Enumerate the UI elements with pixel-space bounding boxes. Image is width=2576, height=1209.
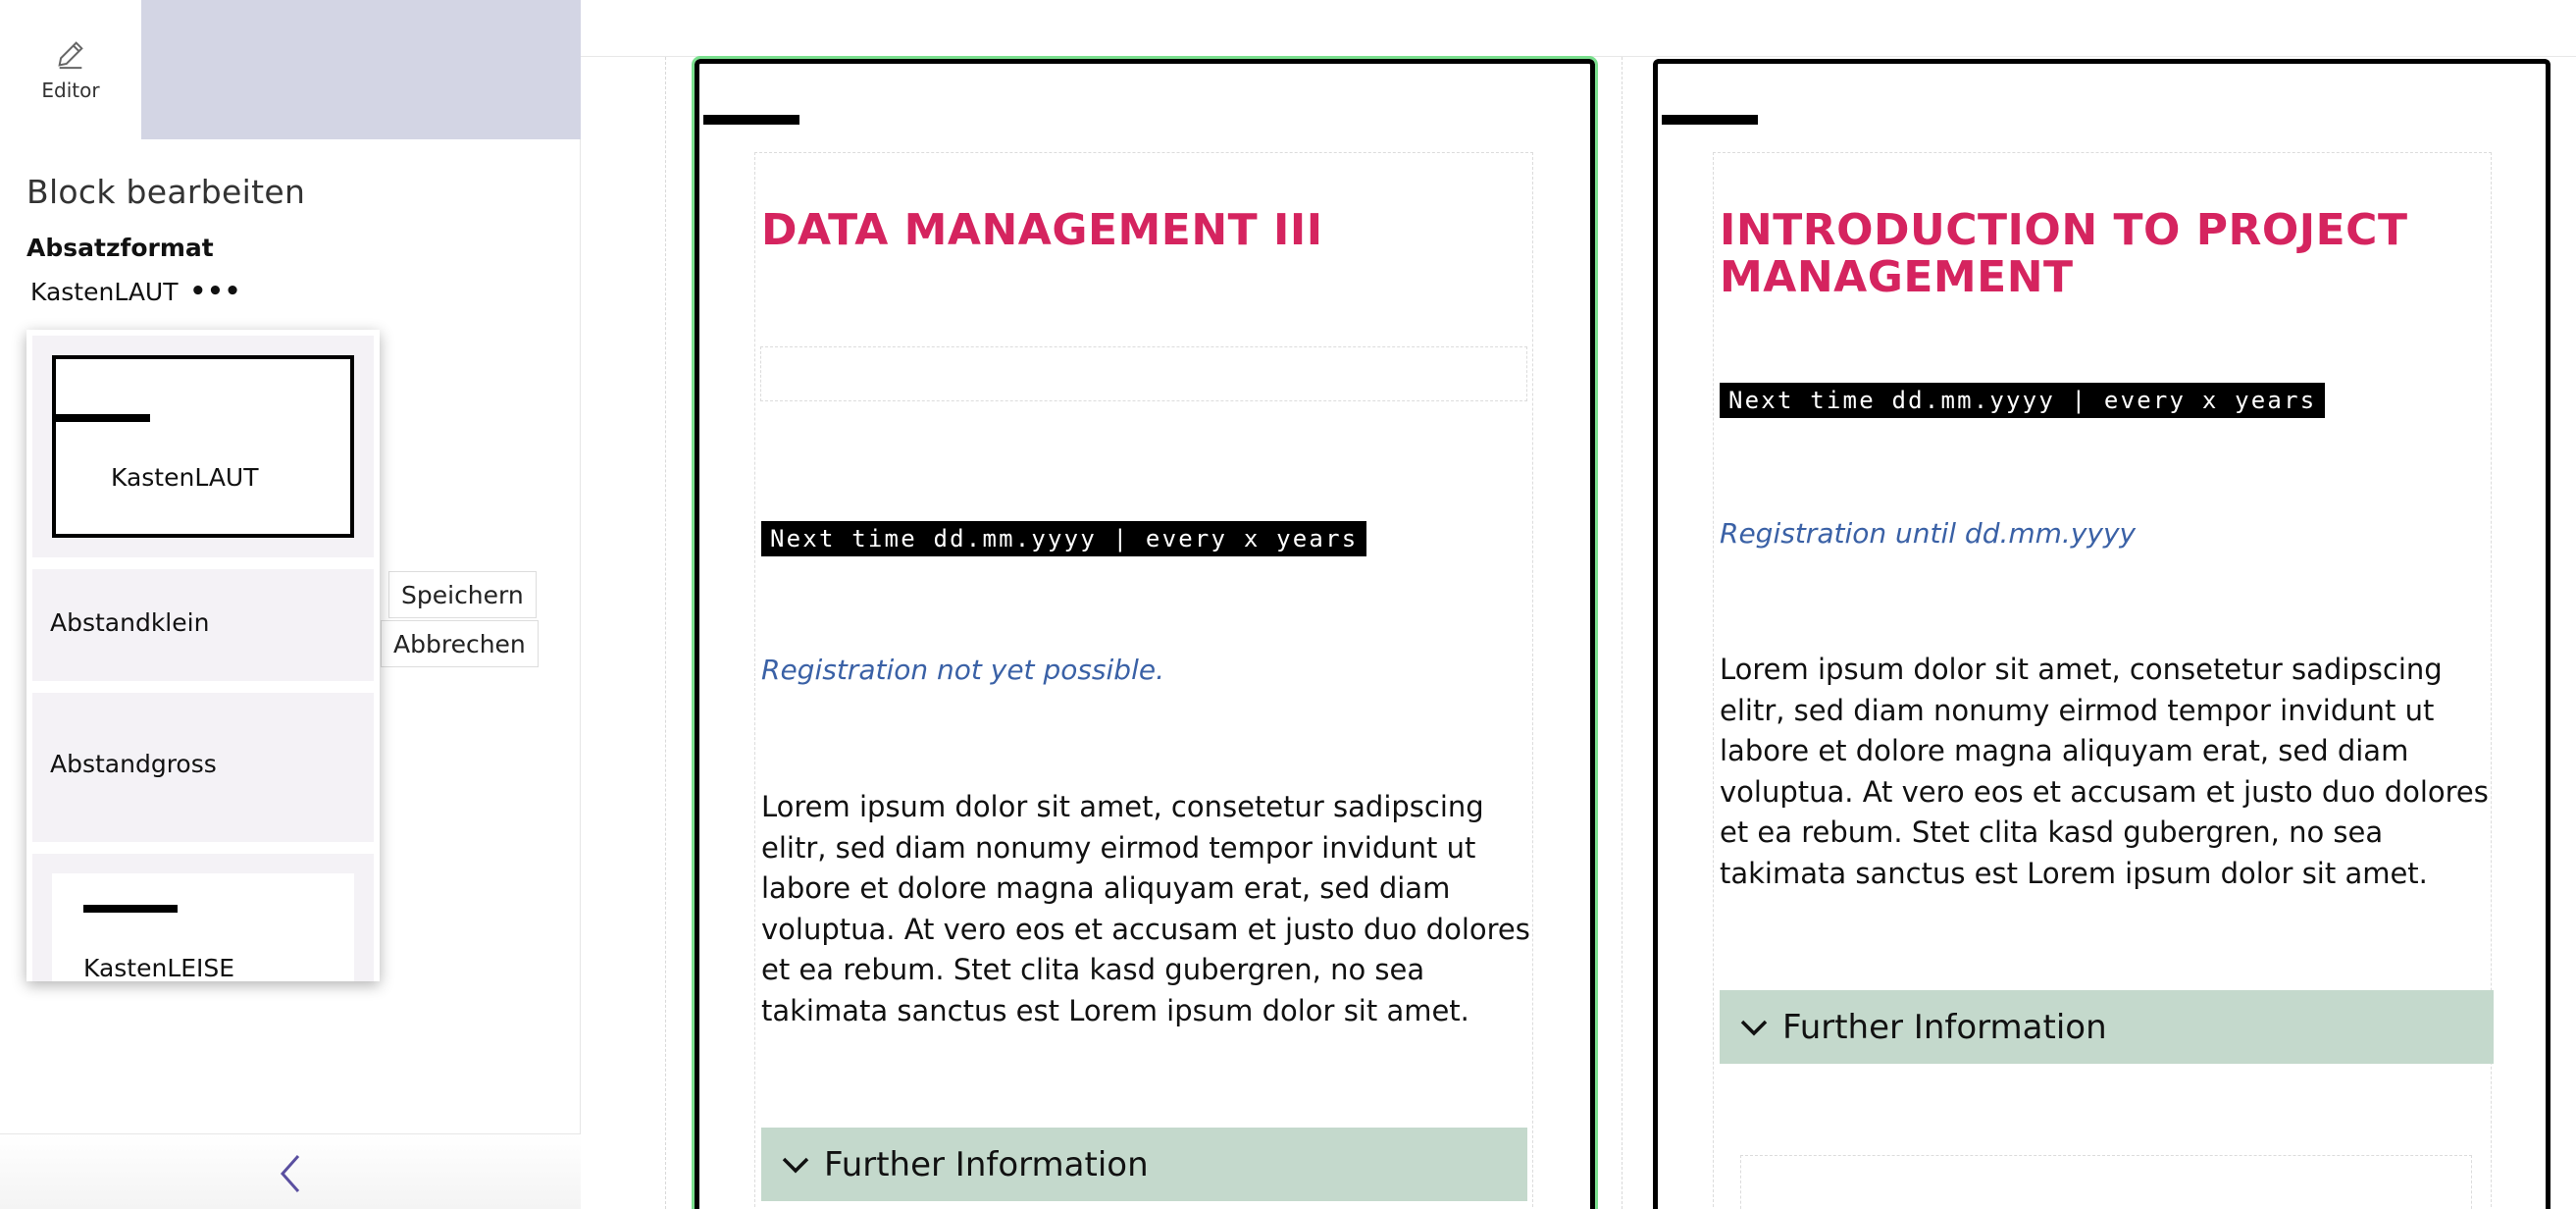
empty-block[interactable]: [1740, 1155, 2472, 1209]
chevron-left-icon[interactable]: [273, 1152, 308, 1195]
further-information-label: Further Information: [824, 1144, 1149, 1184]
card-accent-bar: [1662, 115, 1758, 125]
registration-status: Registration until dd.mm.yyyy: [1720, 517, 2137, 550]
pencil-icon: [58, 41, 83, 70]
format-selected-value: KastenLAUT: [30, 277, 179, 306]
course-title: INTRODUCTION TO PROJECT MANAGEMENT: [1720, 205, 2408, 302]
more-options-icon[interactable]: •••: [190, 279, 242, 304]
format-option-label: KastenLAUT: [111, 463, 259, 492]
format-preview-bar: [56, 414, 150, 422]
cancel-button[interactable]: Abbrechen: [381, 620, 539, 667]
further-information-label: Further Information: [1782, 1007, 2107, 1047]
format-preview-box: KastenLAUT: [52, 355, 354, 538]
format-option-label: Abstandklein: [50, 608, 210, 637]
chevron-down-icon: [782, 1157, 809, 1173]
course-description: Lorem ipsum dolor sit amet, consetetur s…: [761, 790, 1530, 1027]
sidebar-footer: [0, 1133, 581, 1209]
format-option-kastenleise[interactable]: KastenLEISE: [32, 854, 374, 981]
format-option-label: Abstandgross: [50, 750, 217, 778]
further-information-toggle[interactable]: Further Information: [761, 1128, 1527, 1201]
further-information-toggle[interactable]: Further Information: [1720, 990, 2494, 1064]
format-option-abstandgross[interactable]: Abstandgross: [32, 693, 374, 842]
paragraph-format-label: Absatzformat: [26, 234, 214, 262]
editor-sidebar: Editor Block bearbeiten Absatzformat Kas…: [0, 0, 581, 1209]
block-edit-title: Block bearbeiten: [26, 173, 306, 211]
chevron-down-icon: [1740, 1020, 1768, 1035]
save-button[interactable]: Speichern: [388, 571, 537, 618]
editor-tab[interactable]: Editor: [0, 0, 141, 139]
format-dropdown: KastenLAUT Abstandklein Abstandgross Kas…: [26, 330, 380, 981]
content-toolbar: [581, 0, 2576, 57]
format-option-abstandklein[interactable]: Abstandklein: [32, 569, 374, 681]
course-card[interactable]: INTRODUCTION TO PROJECT MANAGEMENT Next …: [1653, 59, 2550, 1209]
empty-block[interactable]: [760, 346, 1527, 401]
column-guide: [1622, 57, 1623, 1209]
format-option-kastenlaut[interactable]: KastenLAUT: [32, 336, 374, 557]
course-card-selected[interactable]: DATA MANAGEMENT III Next time dd.mm.yyyy…: [692, 56, 1598, 1209]
card-accent-bar: [703, 115, 799, 125]
editor-tab-label: Editor: [41, 79, 100, 102]
column-guide: [665, 57, 666, 1209]
paragraph-format-select[interactable]: KastenLAUT •••: [30, 273, 241, 310]
format-preview-bar: [83, 905, 178, 913]
course-title: DATA MANAGEMENT III: [761, 205, 1323, 255]
schedule-badge: Next time dd.mm.yyyy | every x years: [1720, 383, 2326, 418]
registration-status: Registration not yet possible.: [761, 654, 1164, 686]
format-option-label: KastenLEISE: [83, 954, 235, 981]
course-description: Lorem ipsum dolor sit amet, consetetur s…: [1720, 653, 2489, 890]
schedule-badge: Next time dd.mm.yyyy | every x years: [761, 521, 1367, 556]
